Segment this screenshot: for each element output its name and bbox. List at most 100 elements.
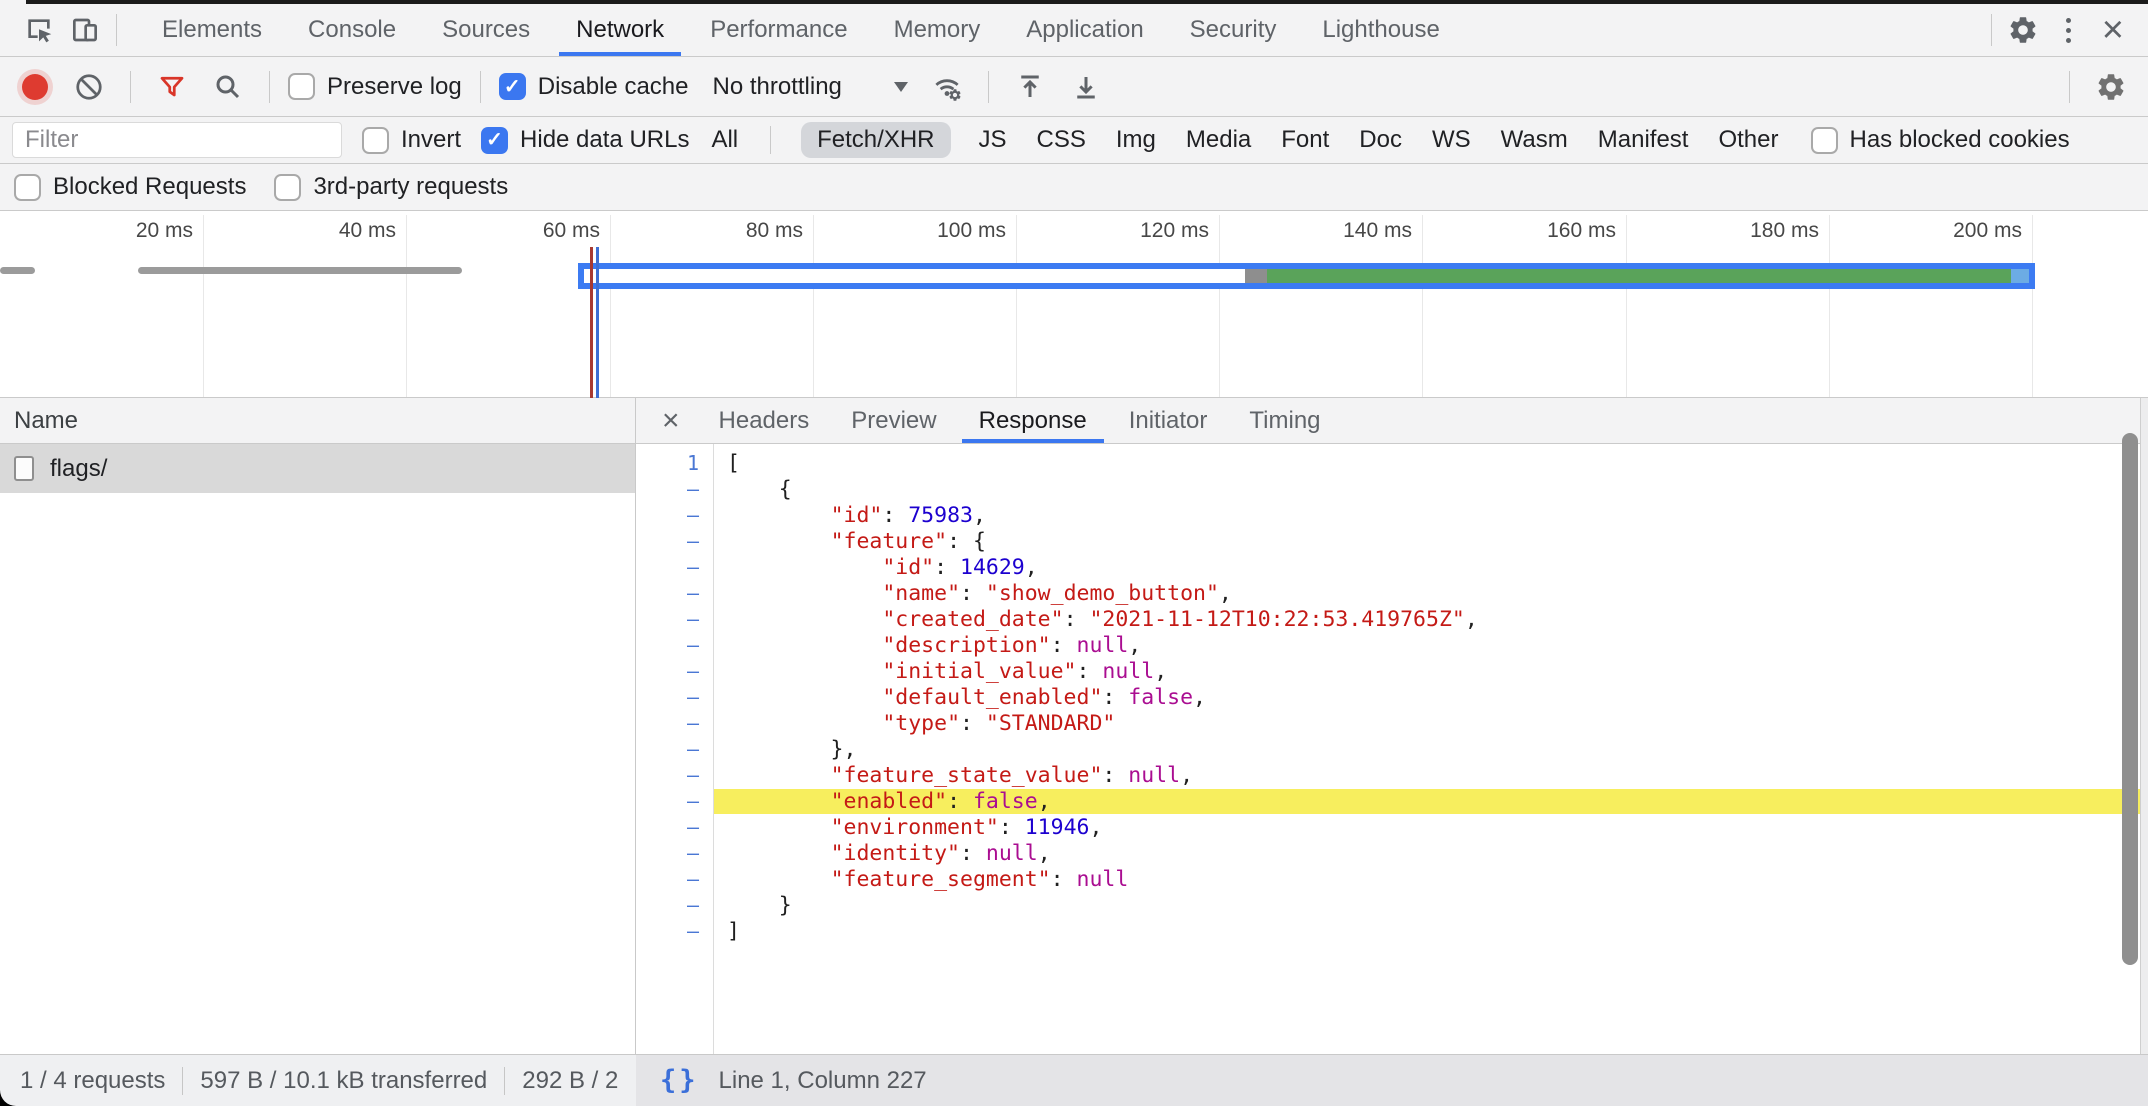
tab-application[interactable]: Application: [1003, 4, 1166, 56]
filter-funnel-icon[interactable]: [149, 65, 195, 109]
filter-type-img[interactable]: Img: [1114, 122, 1158, 158]
filter-type-all[interactable]: All: [709, 122, 740, 158]
filter-type-css[interactable]: CSS: [1035, 122, 1088, 158]
line-number: –: [636, 555, 713, 579]
detail-tabs: × HeadersPreviewResponseInitiatorTiming: [636, 398, 2148, 444]
divider: [269, 71, 270, 103]
response-line: – "id": 14629,: [636, 554, 2148, 580]
network-overview-timeline[interactable]: 20 ms40 ms60 ms80 ms100 ms120 ms140 ms16…: [0, 211, 2148, 398]
tab-sources[interactable]: Sources: [419, 4, 553, 56]
tabbar-right: ×: [1983, 8, 2148, 52]
line-number: –: [636, 893, 713, 917]
divider: [770, 126, 771, 154]
line-number: –: [636, 633, 713, 657]
tab-memory[interactable]: Memory: [871, 4, 1004, 56]
hide-data-urls-checkbox[interactable]: Hide data URLs: [481, 126, 689, 154]
timeline-tick-label: 140 ms: [1252, 219, 1412, 243]
tab-console[interactable]: Console: [285, 4, 419, 56]
timeline-tick-label: 160 ms: [1456, 219, 1616, 243]
tab-lighthouse[interactable]: Lighthouse: [1299, 4, 1462, 56]
response-line: – "name": "show_demo_button",: [636, 580, 2148, 606]
request-name: flags/: [50, 455, 107, 483]
record-network-log-button[interactable]: [22, 74, 48, 100]
filter-input[interactable]: [12, 122, 342, 158]
disable-cache-checkbox[interactable]: Disable cache: [499, 73, 689, 101]
window-top-edge: [26, 0, 2148, 4]
settings-gear-icon[interactable]: [2000, 8, 2046, 52]
response-line: – }: [636, 892, 2148, 918]
response-line: – },: [636, 736, 2148, 762]
line-number: –: [636, 503, 713, 527]
response-code: 1[– {– "id": 75983,– "feature": {– "id":…: [636, 444, 2148, 944]
network-settings-gear-icon[interactable]: [2088, 65, 2134, 109]
tab-security[interactable]: Security: [1167, 4, 1300, 56]
detail-tab-timing[interactable]: Timing: [1228, 398, 1341, 443]
filter-type-ws[interactable]: WS: [1430, 122, 1473, 158]
timeline-tick-label: 200 ms: [1862, 219, 2022, 243]
tab-network[interactable]: Network: [553, 4, 687, 56]
detail-tab-response[interactable]: Response: [958, 398, 1108, 443]
timeline-tick-label: 20 ms: [33, 219, 193, 243]
line-number: –: [636, 607, 713, 631]
clear-network-log-icon[interactable]: [66, 65, 112, 109]
line-number: –: [636, 737, 713, 761]
tab-performance[interactable]: Performance: [687, 4, 870, 56]
response-line: – {: [636, 476, 2148, 502]
response-line: –]: [636, 918, 2148, 944]
throttling-select[interactable]: No throttling: [712, 73, 841, 101]
tab-elements[interactable]: Elements: [139, 4, 285, 56]
more-options-kebab-icon[interactable]: [2046, 8, 2092, 52]
status-bar: 1 / 4 requests597 B / 10.1 kB transferre…: [0, 1054, 2148, 1106]
checkbox-unchecked: [14, 174, 41, 201]
domcontentloaded-event-line: [596, 247, 599, 398]
status-item: 1 / 4 requests: [20, 1067, 165, 1095]
network-conditions-wifi-icon[interactable]: [924, 65, 970, 109]
inspect-element-icon[interactable]: [16, 8, 62, 52]
filter-type-wasm[interactable]: Wasm: [1499, 122, 1570, 158]
detail-tab-initiator[interactable]: Initiator: [1108, 398, 1229, 443]
detail-tab-preview[interactable]: Preview: [830, 398, 957, 443]
waterfall-segment-stalled: [1245, 269, 1267, 283]
name-column-header[interactable]: Name: [0, 398, 635, 444]
line-number: –: [636, 477, 713, 501]
network-summary: 1 / 4 requests597 B / 10.1 kB transferre…: [0, 1055, 656, 1106]
preserve-log-checkbox[interactable]: Preserve log: [288, 73, 462, 101]
filter-type-fetch-xhr[interactable]: Fetch/XHR: [801, 122, 950, 158]
device-toolbar-icon[interactable]: [62, 8, 108, 52]
close-detail-icon[interactable]: ×: [654, 406, 688, 436]
chevron-down-icon[interactable]: [894, 82, 908, 92]
timeline-tick-label: 100 ms: [846, 219, 1006, 243]
search-icon[interactable]: [205, 65, 251, 109]
status-item: 292 B / 2: [522, 1067, 618, 1095]
invert-checkbox[interactable]: Invert: [362, 126, 461, 154]
pretty-print-icon[interactable]: {}: [660, 1065, 699, 1096]
blocked-requests-checkbox[interactable]: Blocked Requests: [14, 173, 246, 201]
detail-tab-headers[interactable]: Headers: [698, 398, 831, 443]
response-line: – "environment": 11946,: [636, 814, 2148, 840]
line-number: –: [636, 815, 713, 839]
preserve-log-label: Preserve log: [327, 73, 462, 101]
filter-type-js[interactable]: JS: [977, 122, 1009, 158]
close-devtools-icon[interactable]: ×: [2092, 11, 2134, 49]
response-line: – "feature_segment": null: [636, 866, 2148, 892]
devtools-window: ElementsConsoleSourcesNetworkPerformance…: [0, 0, 2148, 1106]
third-party-requests-checkbox[interactable]: 3rd-party requests: [274, 173, 508, 201]
divider: [988, 71, 989, 103]
has-blocked-cookies-checkbox[interactable]: Has blocked cookies: [1811, 126, 2070, 154]
filter-type-manifest[interactable]: Manifest: [1596, 122, 1691, 158]
scrollbar-thumb[interactable]: [2122, 433, 2138, 965]
code-line: "description": null,: [713, 633, 2148, 658]
timeline-tick-label: 80 ms: [643, 219, 803, 243]
filter-type-font[interactable]: Font: [1279, 122, 1331, 158]
import-har-icon[interactable]: [1007, 65, 1053, 109]
request-row[interactable]: flags/: [0, 444, 635, 493]
export-har-icon[interactable]: [1063, 65, 1109, 109]
checkbox-checked: [481, 127, 508, 154]
overview-idle-bar: [0, 267, 35, 274]
filter-type-media[interactable]: Media: [1184, 122, 1253, 158]
code-line: "environment": 11946,: [713, 815, 2148, 840]
filter-type-doc[interactable]: Doc: [1357, 122, 1404, 158]
filter-type-other[interactable]: Other: [1716, 122, 1780, 158]
code-line: "default_enabled": false,: [713, 685, 2148, 710]
highlighted-code-line: "enabled": false,: [713, 789, 2148, 814]
